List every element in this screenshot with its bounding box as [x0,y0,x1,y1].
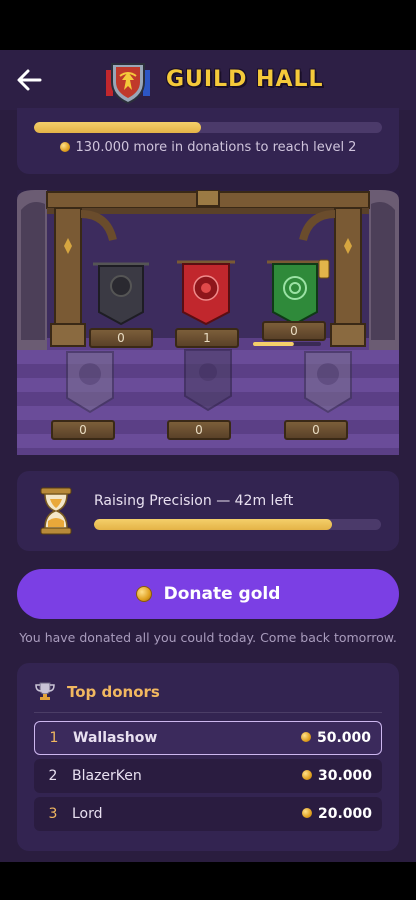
donor-rank: 3 [48,806,58,822]
bottom-safe-area [0,862,416,900]
banner-count-ghost-left: 0 [51,420,115,440]
green-banner-progress-fill [253,342,294,346]
donor-row[interactable]: 3 Lord 20.000 [34,797,382,831]
donor-name: Lord [72,806,103,822]
guild-level-progress-fill [34,122,202,133]
research-timer-label: Raising Precision — 42m left [94,493,294,509]
research-progress-bar [94,519,381,530]
donor-name: BlazerKen [72,768,142,784]
donation-goal-note: 130.000 more in donations to reach level… [17,140,399,155]
guild-crest-icon [106,63,150,105]
hourglass-icon [40,487,72,535]
top-donors-card: Top donors 1 Wallashow 50.000 2 BlazerKe… [17,663,399,851]
guild-level-progress-bar [34,122,382,133]
banner-count-ghost-right: 0 [284,420,348,440]
donor-row[interactable]: 2 BlazerKen 30.000 [34,759,382,793]
banner-hall-scene: 0 1 0 0 0 0 [17,189,399,455]
research-progress-fill [94,519,333,530]
donor-name: Wallashow [73,730,158,746]
coin-icon [301,770,312,780]
coin-icon [59,141,70,152]
trophy-icon [35,682,55,700]
research-timer-card: Raising Precision — 42m left [17,471,399,551]
status-bar-area [0,0,416,50]
donor-rank: 2 [48,768,58,784]
app-header: GUILD HALL [0,50,416,110]
top-donors-title: Top donors [67,683,160,701]
coin-icon [301,808,312,818]
donor-row[interactable]: 1 Wallashow 50.000 [34,721,382,755]
coin-icon [135,586,152,602]
hall-illustration [17,189,399,455]
donate-gold-label: Donate gold [163,584,281,604]
donor-amount: 20.000 [317,806,372,822]
donor-rank: 1 [49,730,59,746]
page-title: GUILD HALL [166,67,324,92]
banner-count-red: 1 [175,328,239,348]
banner-count-ghost-middle: 0 [167,420,231,440]
arrow-left-icon[interactable] [14,64,46,96]
guild-level-card: 130.000 more in donations to reach level… [17,108,399,174]
donor-amount: 30.000 [317,768,372,784]
donate-gold-button[interactable]: Donate gold [17,569,399,619]
divider [34,712,382,713]
banner-count-green: 0 [262,321,326,341]
banner-count-grey: 0 [89,328,153,348]
coin-icon [300,732,311,742]
donation-goal-text: 130.000 more in donations to reach level… [75,140,357,155]
donor-amount: 50.000 [316,730,371,746]
donation-limit-note: You have donated all you could today. Co… [19,630,397,645]
